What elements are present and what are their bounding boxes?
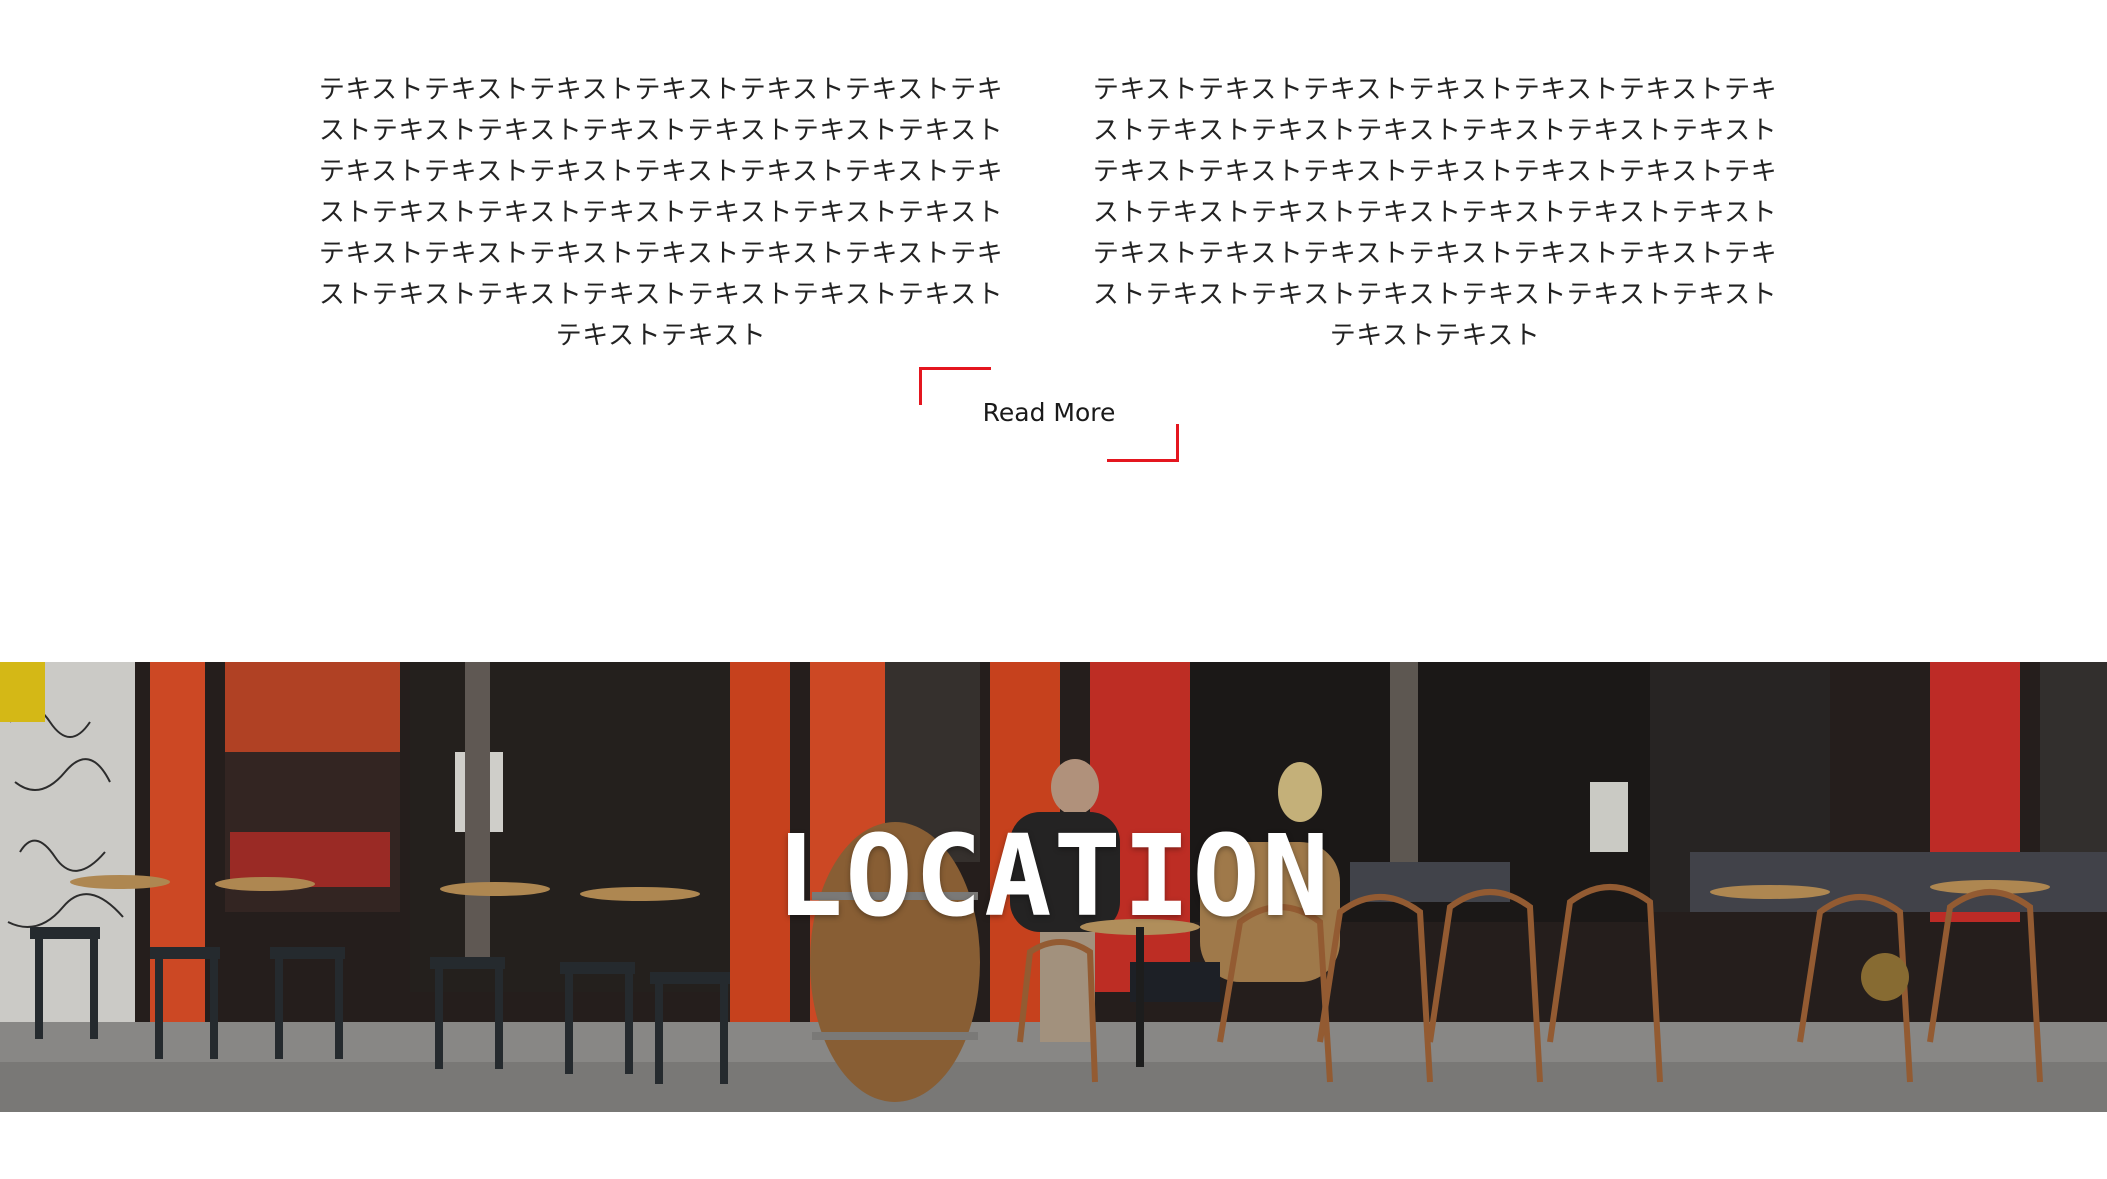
read-more-label: Read More xyxy=(982,398,1116,427)
page: テキストテキストテキストテキストテキストテキストテキストテキストテキストテキスト… xyxy=(0,0,2107,1179)
bracket-bottom-right-decoration xyxy=(1107,424,1179,462)
read-more-button[interactable]: Read More xyxy=(919,367,1179,462)
intro-text-right: テキストテキストテキストテキストテキストテキストテキストテキストテキストテキスト… xyxy=(1092,75,1778,351)
location-heading: LOCATION xyxy=(775,812,1332,942)
intro-text-left: テキストテキストテキストテキストテキストテキストテキストテキストテキストテキスト… xyxy=(318,75,1004,351)
